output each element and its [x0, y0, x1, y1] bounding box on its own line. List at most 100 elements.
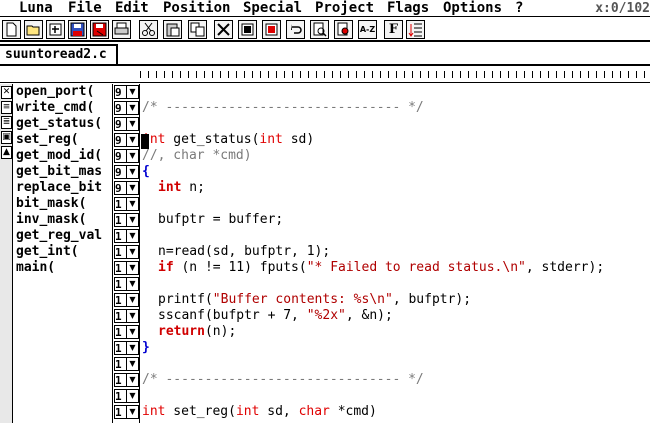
fold-marker[interactable]: 1 ▼: [114, 325, 139, 339]
fold-marker[interactable]: 1 ▼: [114, 213, 139, 227]
chevron-down-icon[interactable]: ▼: [127, 133, 139, 147]
print-icon[interactable]: [112, 20, 131, 39]
chevron-down-icon[interactable]: ▼: [127, 261, 139, 275]
code-text: printf(: [158, 292, 213, 307]
fold-marker[interactable]: 1 ▼: [114, 341, 139, 355]
fold-marker[interactable]: 1 ▼: [114, 405, 139, 419]
chevron-down-icon[interactable]: ▼: [127, 389, 139, 403]
code-editor[interactable]: /* ------------------------------ */ int…: [141, 84, 650, 423]
chevron-down-icon[interactable]: ▼: [127, 309, 139, 323]
fold-marker[interactable]: 1 ▼: [114, 197, 139, 211]
list-icon[interactable]: ≣: [1, 116, 12, 129]
chevron-down-icon[interactable]: ▼: [127, 373, 139, 387]
function-item[interactable]: open_port(: [16, 84, 112, 100]
fold-marker[interactable]: 1 ▼: [114, 389, 139, 403]
save-icon[interactable]: [68, 20, 87, 39]
function-item[interactable]: get_bit_mas: [16, 164, 112, 180]
menu-position[interactable]: Position: [163, 0, 230, 17]
chevron-down-icon[interactable]: ▼: [127, 341, 139, 355]
copy-icon[interactable]: [188, 20, 207, 39]
chevron-down-icon[interactable]: ▼: [127, 197, 139, 211]
fold-marker[interactable]: 1 ▼: [114, 309, 139, 323]
function-item[interactable]: get_reg_val: [16, 228, 112, 244]
chevron-down-icon[interactable]: ▼: [127, 325, 139, 339]
indent-icon[interactable]: [406, 20, 425, 39]
fold-marker[interactable]: 9 ▼: [114, 101, 139, 115]
fold-level: 9: [114, 101, 127, 115]
new-window-icon[interactable]: [46, 20, 65, 39]
chevron-down-icon[interactable]: ▼: [127, 229, 139, 243]
mark-block-icon[interactable]: [238, 20, 257, 39]
fold-marker[interactable]: 1 ▼: [114, 277, 139, 291]
function-item[interactable]: bit_mask(: [16, 196, 112, 212]
sort-icon[interactable]: A-Z: [358, 20, 377, 39]
chevron-down-icon[interactable]: ▼: [127, 149, 139, 163]
tab-file[interactable]: suuntoread2.c: [0, 44, 118, 66]
fold-marker[interactable]: 1 ▼: [114, 293, 139, 307]
scroll-up-icon[interactable]: ▲: [1, 146, 12, 159]
fold-marker[interactable]: 9 ▼: [114, 117, 139, 131]
function-item[interactable]: main(: [16, 260, 112, 276]
function-item[interactable]: replace_bit: [16, 180, 112, 196]
fold-marker[interactable]: 9 ▼: [114, 85, 139, 99]
fold-level: 1: [114, 261, 127, 275]
chevron-down-icon[interactable]: ▼: [127, 165, 139, 179]
fold-marker[interactable]: 9 ▼: [114, 181, 139, 195]
collapse-icon[interactable]: ▣: [1, 131, 12, 144]
close-icon[interactable]: ✕: [1, 86, 12, 99]
chevron-down-icon[interactable]: ▼: [127, 85, 139, 99]
menu-file[interactable]: File: [68, 0, 102, 17]
code-line: int get_status(int sd): [142, 132, 314, 148]
toolbar: A-Z F: [0, 18, 650, 42]
delete-block-icon[interactable]: [214, 20, 233, 39]
chevron-down-icon[interactable]: ▼: [127, 245, 139, 259]
ruler-divider: [0, 82, 650, 83]
chevron-down-icon[interactable]: ▼: [127, 357, 139, 371]
chevron-down-icon[interactable]: ▼: [127, 213, 139, 227]
code-type: int: [158, 180, 182, 195]
find-icon[interactable]: [310, 20, 329, 39]
function-item[interactable]: get_status(: [16, 116, 112, 132]
chevron-down-icon[interactable]: ▼: [127, 101, 139, 115]
code-line: {: [142, 164, 150, 180]
new-file-icon[interactable]: [2, 20, 21, 39]
function-item[interactable]: get_mod_id(: [16, 148, 112, 164]
fold-marker[interactable]: 9 ▼: [114, 133, 139, 147]
unmark-block-icon[interactable]: [262, 20, 281, 39]
fold-marker[interactable]: 9 ▼: [114, 165, 139, 179]
chevron-down-icon[interactable]: ▼: [127, 293, 139, 307]
code-text: sd): [282, 132, 315, 147]
function-item[interactable]: set_reg(: [16, 132, 112, 148]
save-as-icon[interactable]: [90, 20, 109, 39]
undo-icon[interactable]: [286, 20, 305, 39]
menu-edit[interactable]: Edit: [115, 0, 149, 17]
font-icon[interactable]: F: [384, 20, 403, 39]
fold-marker[interactable]: 9 ▼: [114, 149, 139, 163]
find-replace-icon[interactable]: [334, 20, 353, 39]
menu-flags[interactable]: Flags: [387, 0, 429, 17]
code-string: "%2x": [306, 308, 346, 323]
list-left-icon[interactable]: ≡: [1, 101, 12, 114]
menu-luna[interactable]: Luna: [19, 0, 53, 17]
chevron-down-icon[interactable]: ▼: [127, 405, 139, 419]
menu-special[interactable]: Special: [243, 0, 302, 17]
function-item[interactable]: write_cmd(: [16, 100, 112, 116]
chevron-down-icon[interactable]: ▼: [127, 277, 139, 291]
paste-icon[interactable]: [163, 20, 182, 39]
cut-icon[interactable]: [139, 20, 158, 39]
code-comment: /* ------------------------------ */: [142, 372, 424, 387]
open-file-icon[interactable]: [24, 20, 43, 39]
chevron-down-icon[interactable]: ▼: [127, 117, 139, 131]
fold-marker[interactable]: 1 ▼: [114, 357, 139, 371]
fold-marker[interactable]: 1 ▼: [114, 245, 139, 259]
function-item[interactable]: get_int(: [16, 244, 112, 260]
fold-marker[interactable]: 1 ▼: [114, 261, 139, 275]
fold-level: 1: [114, 293, 127, 307]
menu-options[interactable]: Options: [443, 0, 502, 17]
fold-marker[interactable]: 1 ▼: [114, 373, 139, 387]
function-item[interactable]: inv_mask(: [16, 212, 112, 228]
chevron-down-icon[interactable]: ▼: [127, 181, 139, 195]
menu-project[interactable]: Project: [315, 0, 374, 17]
fold-marker[interactable]: 1 ▼: [114, 229, 139, 243]
menu-help[interactable]: ?: [515, 0, 523, 17]
